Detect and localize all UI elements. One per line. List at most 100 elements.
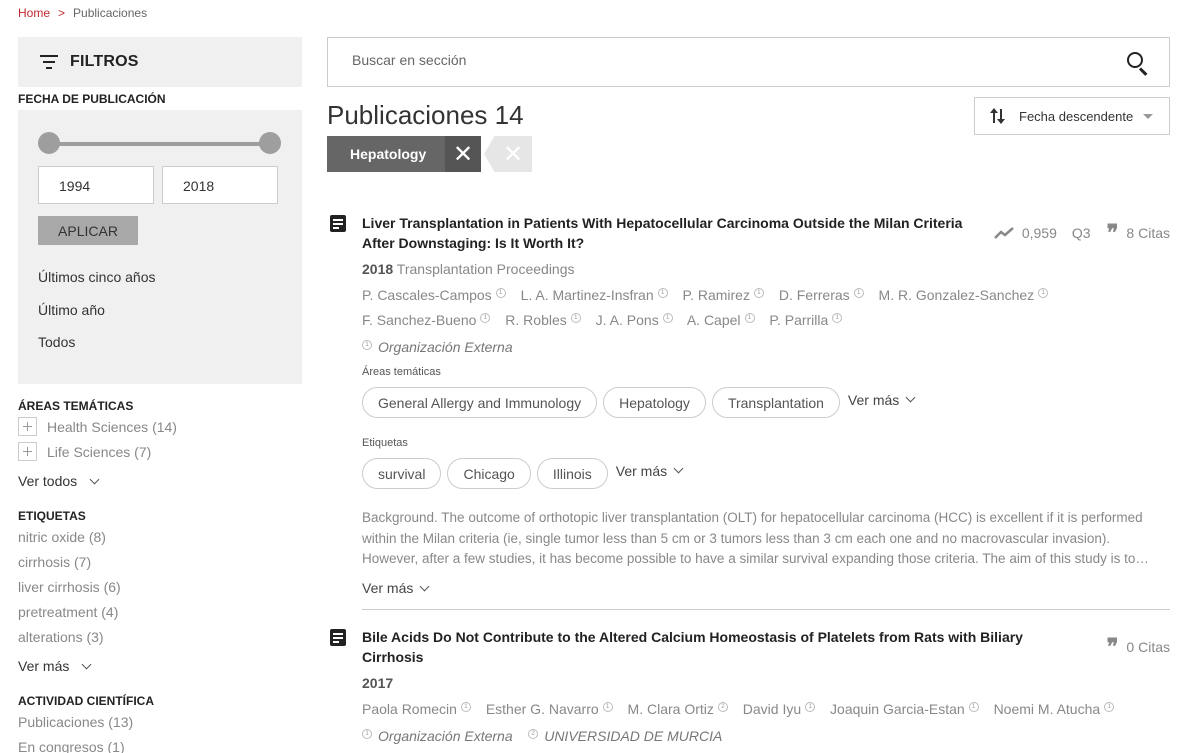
areas-label: Áreas temáticas bbox=[362, 366, 441, 378]
caret-down-icon bbox=[1143, 113, 1154, 119]
activity-label: Publicaciones bbox=[18, 714, 105, 730]
publication-title[interactable]: Bile Acids Do Not Contribute to the Alte… bbox=[362, 627, 1042, 667]
author-link[interactable]: D. Ferreras 1 bbox=[779, 287, 864, 303]
date-option-last-five-years[interactable]: Últimos cinco años bbox=[38, 269, 156, 285]
area-label: Life Sciences bbox=[47, 443, 131, 460]
year-from-input[interactable]: 1994 bbox=[38, 166, 154, 204]
citations-count[interactable]: 0 Citas bbox=[1126, 639, 1170, 655]
affiliation-name: Organización Externa bbox=[378, 339, 513, 355]
publication-journal[interactable]: Transplantation Proceedings bbox=[397, 261, 575, 277]
date-range-max-handle[interactable] bbox=[259, 132, 281, 154]
affiliation-name: UNIVERSIDAD DE MURCIA bbox=[544, 728, 723, 744]
tags-see-more-link[interactable]: Ver más bbox=[18, 658, 92, 674]
activity-filter-item[interactable]: Publicaciones (13) bbox=[18, 714, 133, 730]
publication-metrics: ❞ 0 Citas bbox=[1107, 636, 1170, 658]
tags-see-more-link[interactable]: Ver más bbox=[616, 463, 684, 479]
areas-pill-row: General Allergy and Immunology Hepatolog… bbox=[362, 387, 916, 418]
tag-filter-item[interactable]: cirrhosis (7) bbox=[18, 554, 91, 570]
tag-label: nitric oxide bbox=[18, 529, 85, 545]
divider bbox=[362, 609, 1170, 610]
author-link[interactable]: P. Parrilla 1 bbox=[769, 312, 843, 328]
author-link[interactable]: P. Cascales-Campos 1 bbox=[362, 287, 506, 303]
author-link[interactable]: P. Ramirez 1 bbox=[683, 287, 764, 303]
publication-title[interactable]: Liver Transplantation in Patients With H… bbox=[362, 213, 972, 253]
areas-see-more-link[interactable]: Ver más bbox=[848, 392, 916, 408]
filters-header[interactable]: FILTROS bbox=[18, 37, 302, 87]
date-range-track[interactable] bbox=[50, 142, 270, 146]
affiliation: 1 Organización Externa bbox=[362, 339, 513, 355]
chevron-down-icon bbox=[81, 659, 92, 669]
author-link[interactable]: David Iyu 1 bbox=[743, 701, 816, 717]
tag-filter-item[interactable]: nitric oxide (8) bbox=[18, 529, 106, 545]
author-link[interactable]: Noemi M. Atucha 1 bbox=[994, 701, 1115, 717]
quartile: Q3 bbox=[1071, 225, 1091, 241]
search-input[interactable] bbox=[352, 52, 1112, 68]
breadcrumb: Home > Publicaciones bbox=[18, 6, 147, 20]
area-pill[interactable]: Transplantation bbox=[711, 387, 840, 418]
area-item-life-sciences[interactable]: Life Sciences (7) bbox=[18, 442, 151, 461]
areas-section-title: ÁREAS TEMÁTICAS bbox=[18, 399, 134, 413]
activity-filter-item[interactable]: En congresos (1) bbox=[18, 739, 125, 753]
authors-list: P. Cascales-Campos 1 L. A. Martinez-Insfr… bbox=[362, 287, 1062, 303]
chevron-down-icon bbox=[419, 581, 430, 591]
tag-pill[interactable]: Chicago bbox=[447, 458, 531, 489]
tag-label: cirrhosis bbox=[18, 554, 71, 570]
affiliation: 1 Organización Externa 2 UNIVERSIDAD DE MU… bbox=[362, 728, 722, 744]
author-link[interactable]: Joaquin Garcia-Estan 1 bbox=[830, 701, 979, 717]
affiliation-marker: 2 bbox=[528, 729, 539, 739]
sort-dropdown[interactable]: Fecha descendente bbox=[974, 97, 1170, 135]
publication-abstract: Background. The outcome of orthotopic li… bbox=[362, 510, 1149, 566]
tag-pill[interactable]: survival bbox=[362, 458, 442, 489]
areas-see-all-link[interactable]: Ver todos bbox=[18, 473, 100, 489]
date-section-title: FECHA DE PUBLICACIÓN bbox=[18, 92, 166, 106]
date-filter-panel: 1994 2018 APLICAR Últimos cinco años Últ… bbox=[18, 110, 302, 384]
breadcrumb-home-link[interactable]: Home bbox=[18, 6, 50, 20]
authors-list: F. Sanchez-Bueno 1 R. Robles 1 J. A. Pons 1… bbox=[362, 312, 1062, 328]
date-range-min-handle[interactable] bbox=[38, 132, 60, 154]
article-icon bbox=[330, 629, 346, 646]
affiliation-name: Organización Externa bbox=[378, 728, 513, 744]
search-icon[interactable] bbox=[1127, 52, 1149, 76]
area-label: Health Sciences bbox=[47, 418, 149, 435]
clear-filters-close-icon[interactable]: ✕ bbox=[484, 136, 532, 172]
abstract-see-more-link[interactable]: Ver más bbox=[362, 580, 430, 596]
tag-pill[interactable]: Illinois bbox=[536, 458, 608, 489]
tag-filter-item[interactable]: liver cirrhosis (6) bbox=[18, 579, 121, 595]
activity-count: (13) bbox=[108, 714, 134, 730]
area-pill[interactable]: Hepatology bbox=[603, 387, 706, 418]
author-link[interactable]: M. Clara Ortiz 2 bbox=[628, 701, 728, 717]
chevron-down-icon bbox=[673, 463, 684, 474]
author-link[interactable]: R. Robles 1 bbox=[505, 312, 581, 328]
tags-see-more-label: Ver más bbox=[18, 658, 70, 674]
date-option-last-year[interactable]: Último año bbox=[38, 302, 105, 318]
tag-count: (6) bbox=[103, 579, 121, 595]
date-option-all[interactable]: Todos bbox=[38, 334, 75, 350]
remove-filter-close-icon[interactable]: ✕ bbox=[445, 136, 481, 172]
expand-plus-icon[interactable] bbox=[18, 417, 37, 436]
year-to-input[interactable]: 2018 bbox=[162, 166, 278, 204]
author-link[interactable]: F. Sanchez-Bueno 1 bbox=[362, 312, 491, 328]
tag-filter-item[interactable]: alterations (3) bbox=[18, 629, 104, 645]
author-link[interactable]: Paola Romecin 1 bbox=[362, 701, 471, 717]
author-link[interactable]: J. A. Pons 1 bbox=[596, 312, 673, 328]
tag-count: (7) bbox=[74, 554, 92, 570]
filters-title: FILTROS bbox=[70, 53, 139, 70]
publication-year: 2018 bbox=[362, 261, 394, 277]
active-filter-chip: Hepatology ✕ bbox=[327, 136, 481, 172]
results-count: 14 bbox=[494, 100, 524, 130]
breadcrumb-current: Publicaciones bbox=[73, 6, 148, 20]
publication-meta: 2018 Transplantation Proceedings bbox=[362, 261, 575, 277]
expand-plus-icon[interactable] bbox=[18, 442, 37, 461]
activity-label: En congresos bbox=[18, 739, 104, 753]
author-link[interactable]: Esther G. Navarro 1 bbox=[486, 701, 613, 717]
tag-filter-item[interactable]: pretreatment (4) bbox=[18, 604, 118, 620]
citations-count[interactable]: 8 Citas bbox=[1126, 225, 1170, 241]
author-link[interactable]: A. Capel 1 bbox=[687, 312, 755, 328]
apply-button[interactable]: APLICAR bbox=[38, 216, 138, 245]
area-item-health-sciences[interactable]: Health Sciences (14) bbox=[18, 417, 177, 436]
author-link[interactable]: L. A. Martinez-Insfran 1 bbox=[521, 287, 668, 303]
tag-count: (8) bbox=[88, 529, 106, 545]
area-pill[interactable]: General Allergy and Immunology bbox=[362, 387, 598, 418]
affiliation-marker: 1 bbox=[362, 340, 372, 350]
author-link[interactable]: M. R. Gonzalez-Sanchez 1 bbox=[879, 287, 1049, 303]
